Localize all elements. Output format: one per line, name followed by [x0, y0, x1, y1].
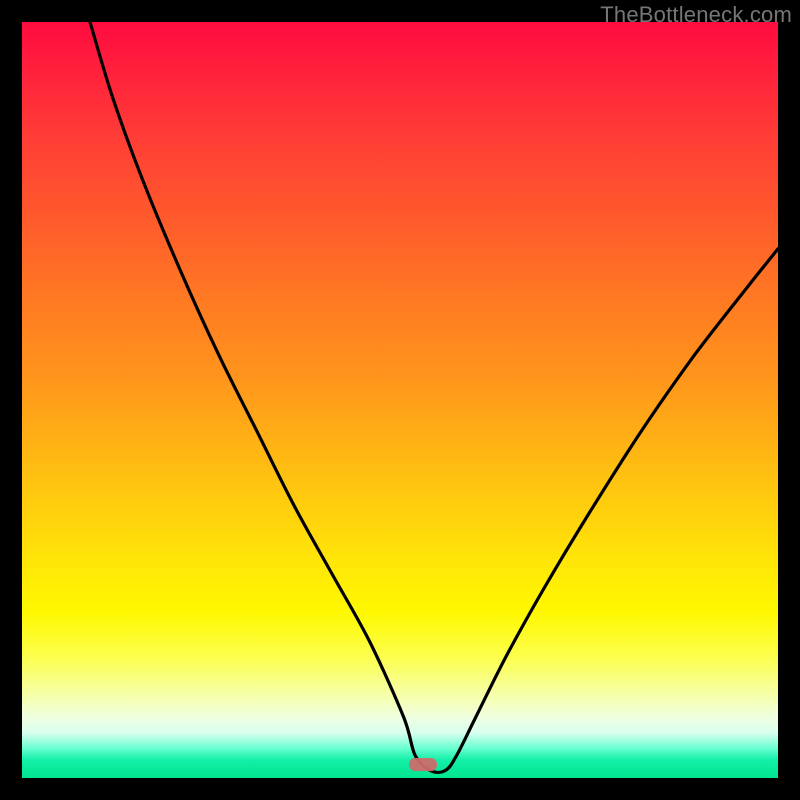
- plot-area: [22, 22, 778, 778]
- bottleneck-curve: [22, 22, 778, 778]
- optimal-marker: [409, 758, 437, 771]
- watermark-text: TheBottleneck.com: [600, 2, 792, 28]
- chart-stage: TheBottleneck.com: [0, 0, 800, 800]
